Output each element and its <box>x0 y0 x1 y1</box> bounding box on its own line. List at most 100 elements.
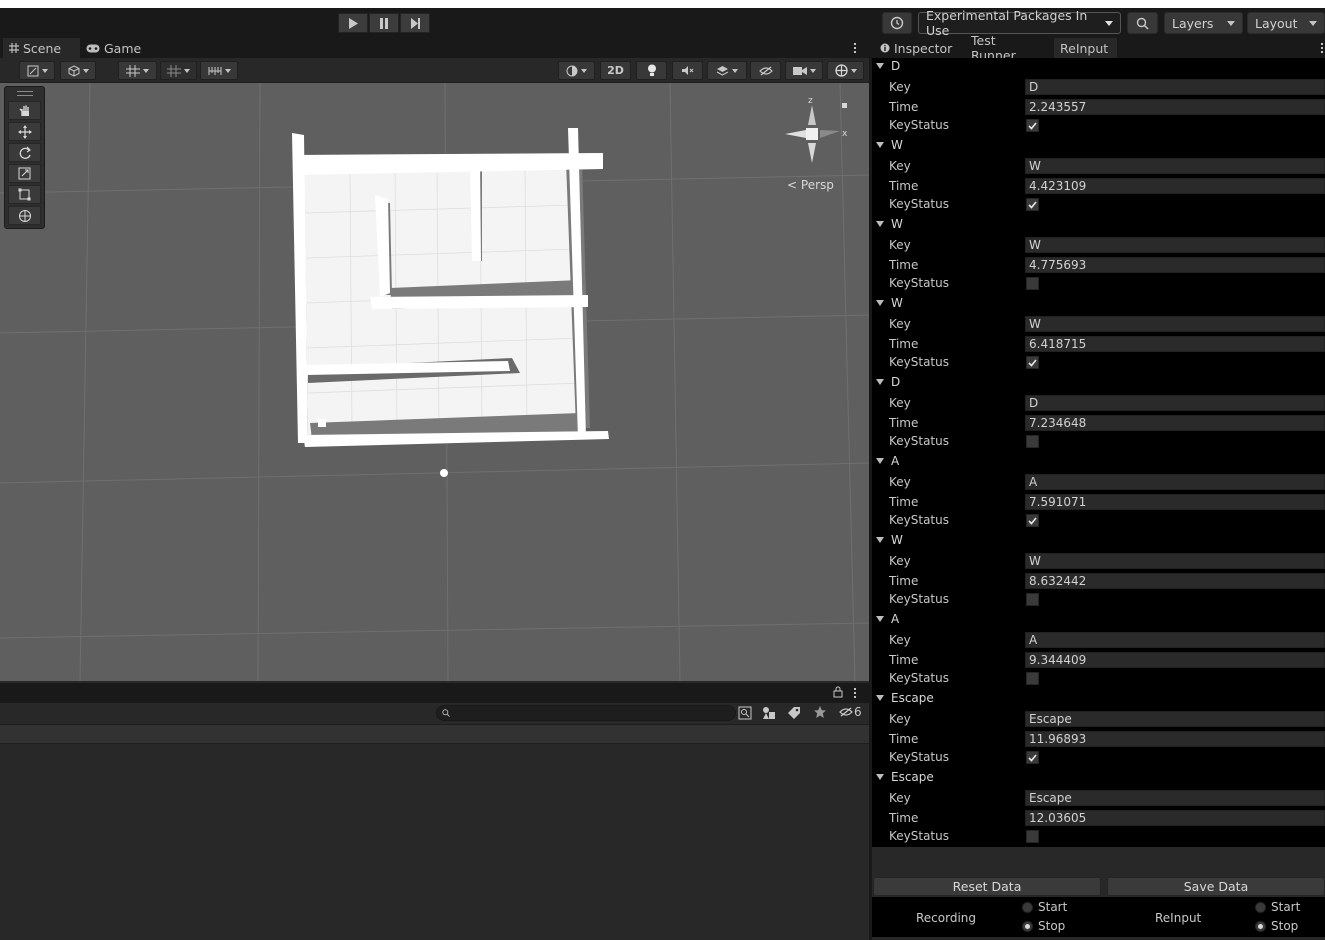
entry-foldout-header[interactable]: W <box>876 216 903 232</box>
entry-foldout-header[interactable]: Escape <box>876 769 934 785</box>
orientation-gizmo[interactable]: z x <box>780 93 855 168</box>
reset-data-button[interactable]: Reset Data <box>873 877 1101 896</box>
time-field[interactable]: 9.344409 <box>1025 652 1325 668</box>
entry-foldout-header[interactable]: D <box>876 374 900 390</box>
entry-foldout-header[interactable]: D <box>876 58 900 74</box>
key-field[interactable]: A <box>1025 632 1325 648</box>
recording-stop-radio[interactable]: Stop <box>1022 919 1065 933</box>
inspector-more-menu-icon[interactable] <box>1318 40 1325 56</box>
effects-dropdown[interactable] <box>707 61 747 80</box>
gizmo-y-cone-icon[interactable] <box>808 143 816 163</box>
keystatus-checkbox[interactable] <box>1026 514 1039 527</box>
tab-test-runner[interactable]: Test Runner <box>965 33 1047 63</box>
lighting-toggle-button[interactable] <box>636 61 667 80</box>
audio-toggle-button[interactable] <box>672 61 703 80</box>
camera-dropdown[interactable] <box>785 61 823 80</box>
keystatus-checkbox[interactable] <box>1026 751 1039 764</box>
tab-game[interactable]: Game <box>80 38 150 58</box>
history-button[interactable] <box>882 12 912 34</box>
entry-foldout-header[interactable]: A <box>876 611 899 627</box>
hand-tool-button[interactable] <box>8 101 41 120</box>
key-field[interactable]: W <box>1025 316 1325 332</box>
move-tool-button[interactable] <box>8 122 41 141</box>
recording-stop-label: Stop <box>1038 919 1066 933</box>
key-field[interactable]: D <box>1025 395 1325 411</box>
shading-mode-dropdown[interactable] <box>558 61 595 80</box>
keystatus-checkbox[interactable] <box>1026 672 1039 685</box>
step-button[interactable] <box>400 13 430 33</box>
gizmo-center-cube-icon[interactable] <box>806 128 818 140</box>
time-field[interactable]: 11.96893 <box>1025 731 1325 747</box>
tab-scene[interactable]: Scene <box>3 38 80 58</box>
key-field[interactable]: W <box>1025 553 1325 569</box>
lock-icon[interactable] <box>833 686 843 698</box>
layout-dropdown[interactable]: Layout <box>1247 12 1325 34</box>
gizmos-dropdown[interactable] <box>827 61 864 80</box>
reinput-entries-list[interactable]: D Key D Time 2.243557 KeyStatus W Key W Time 4.423… <box>872 58 1325 847</box>
favorite-star-icon[interactable] <box>813 705 827 719</box>
key-field[interactable]: D <box>1025 79 1325 95</box>
scene-viewport[interactable] <box>0 83 869 681</box>
keystatus-checkbox[interactable] <box>1026 435 1039 448</box>
search-by-type-icon[interactable] <box>738 706 752 720</box>
rect-tool-button[interactable] <box>8 185 41 204</box>
increment-snap-dropdown[interactable] <box>160 61 197 80</box>
key-field[interactable]: A <box>1025 474 1325 490</box>
gizmo-z-cone-icon[interactable] <box>808 105 816 125</box>
scene-visibility-toggle[interactable] <box>750 61 781 80</box>
time-field[interactable]: 7.234648 <box>1025 415 1325 431</box>
keystatus-checkbox[interactable] <box>1026 830 1039 843</box>
reinput-start-radio[interactable]: Start <box>1255 900 1300 914</box>
entry-foldout-header[interactable]: Escape <box>876 690 934 706</box>
tab-reinput[interactable]: ReInput <box>1054 38 1117 58</box>
rotate-tool-button[interactable] <box>8 143 41 162</box>
time-field[interactable]: 7.591071 <box>1025 494 1325 510</box>
entry-foldout-header[interactable]: W <box>876 137 903 153</box>
recording-start-radio[interactable]: Start <box>1022 900 1067 914</box>
time-field[interactable]: 2.243557 <box>1025 99 1325 115</box>
hierarchy-list[interactable] <box>0 744 869 940</box>
label-tag-icon[interactable] <box>787 706 801 720</box>
pause-button[interactable] <box>369 13 399 33</box>
time-field[interactable]: 6.418715 <box>1025 336 1325 352</box>
time-field[interactable]: 4.423109 <box>1025 178 1325 194</box>
grid-snap-dropdown[interactable] <box>118 61 157 80</box>
hidden-objects-toggle[interactable]: 6 <box>839 705 862 719</box>
render-mode-dropdown[interactable] <box>60 61 96 80</box>
panel-drag-handle[interactable] <box>17 91 33 96</box>
transform-tool-button[interactable] <box>8 206 41 225</box>
draw-mode-dropdown[interactable] <box>19 61 55 80</box>
time-field[interactable]: 8.632442 <box>1025 573 1325 589</box>
keystatus-checkbox[interactable] <box>1026 277 1039 290</box>
scene-more-menu-icon[interactable] <box>851 40 859 56</box>
key-field[interactable]: W <box>1025 158 1325 174</box>
gizmo-neg-x-cone-icon[interactable] <box>785 130 806 138</box>
key-field[interactable]: Escape <box>1025 790 1325 806</box>
entry-foldout-header[interactable]: W <box>876 532 903 548</box>
reinput-stop-radio[interactable]: Stop <box>1255 919 1298 933</box>
experimental-packages-dropdown[interactable]: Experimental Packages In Use <box>918 8 1121 38</box>
toggle-2d-button[interactable]: 2D <box>600 61 631 80</box>
key-field[interactable]: W <box>1025 237 1325 253</box>
time-field[interactable]: 4.775693 <box>1025 257 1325 273</box>
hierarchy-more-menu-icon[interactable] <box>851 687 859 699</box>
keystatus-checkbox[interactable] <box>1026 119 1039 132</box>
entry-foldout-header[interactable]: A <box>876 453 899 469</box>
gizmo-x-cone-icon[interactable] <box>820 130 840 138</box>
scale-tool-button[interactable] <box>8 164 41 183</box>
search-button[interactable] <box>1127 12 1158 34</box>
keystatus-checkbox[interactable] <box>1026 593 1039 606</box>
play-button[interactable] <box>338 13 368 33</box>
save-data-button[interactable]: Save Data <box>1107 877 1325 896</box>
ruler-dropdown[interactable] <box>200 61 238 80</box>
projection-toggle[interactable]: < Persp <box>787 178 834 192</box>
layers-dropdown[interactable]: Layers <box>1164 12 1243 34</box>
filter-type-icon[interactable] <box>762 706 776 720</box>
hierarchy-search-input[interactable] <box>436 705 736 721</box>
keystatus-checkbox[interactable] <box>1026 198 1039 211</box>
key-field[interactable]: Escape <box>1025 711 1325 727</box>
entry-foldout-header[interactable]: W <box>876 295 903 311</box>
tab-inspector[interactable]: Inspector <box>874 38 964 58</box>
time-field[interactable]: 12.03605 <box>1025 810 1325 826</box>
keystatus-checkbox[interactable] <box>1026 356 1039 369</box>
